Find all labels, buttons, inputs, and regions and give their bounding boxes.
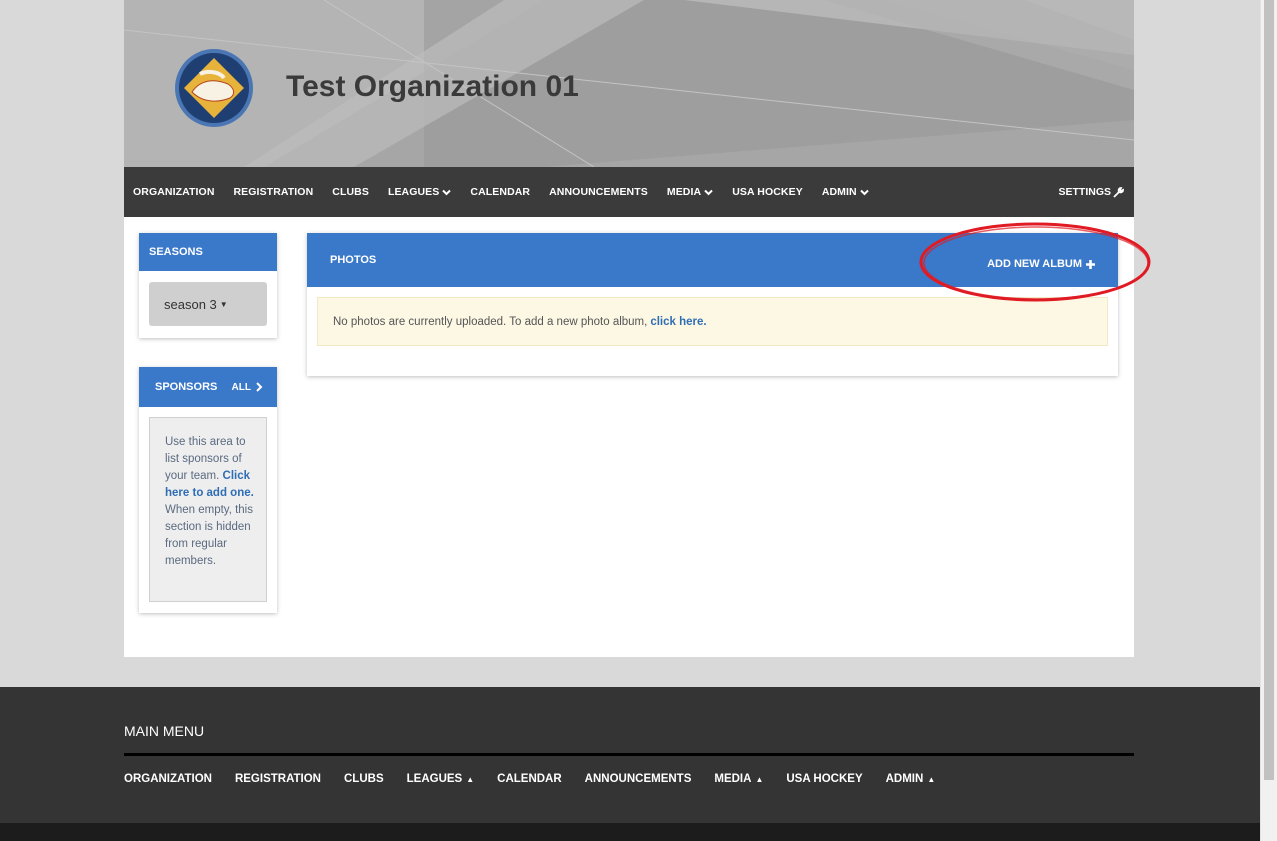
no-photos-notice: No photos are currently uploaded. To add… — [317, 297, 1108, 346]
footer-label: USA HOCKEY — [786, 773, 863, 785]
wrench-icon — [1113, 186, 1124, 198]
footer-item-admin[interactable]: ADMIN ▲ — [886, 773, 936, 785]
footer-label: REGISTRATION — [234, 773, 321, 785]
sponsors-title: SPONSORS — [155, 381, 218, 393]
chevron-down-icon — [860, 189, 869, 195]
footer-item-organization[interactable]: ORGANIZATION — [124, 773, 212, 785]
photos-title: PHOTOS — [330, 254, 377, 266]
sponsors-header: SPONSORS ALL — [139, 367, 277, 407]
nav-item-media[interactable]: MEDIA — [667, 186, 713, 198]
footer-label: LEAGUES — [406, 773, 463, 785]
nav-label: REGISTRATION — [233, 186, 314, 198]
nav-label: LEAGUES — [387, 186, 440, 198]
nav-label: CLUBS — [332, 186, 369, 198]
seasons-title: SEASONS — [139, 233, 277, 271]
footer-item-usa-hockey[interactable]: USA HOCKEY — [786, 773, 862, 785]
sponsors-widget: SPONSORS ALL Use this area to list spons… — [139, 367, 277, 613]
season-dropdown[interactable]: season 3 ▼ — [149, 282, 267, 326]
nav-item-clubs[interactable]: CLUBS — [332, 186, 369, 198]
nav-item-announcements[interactable]: ANNOUNCEMENTS — [549, 186, 648, 198]
footer-menu: ORGANIZATION REGISTRATION CLUBS LEAGUES ▲… — [124, 773, 958, 785]
footer-label: ADMIN — [885, 773, 924, 785]
sponsors-all-link[interactable]: ALL — [232, 382, 263, 393]
nav-label: ADMIN — [821, 186, 857, 198]
nav-item-usa-hockey[interactable]: USA HOCKEY — [732, 186, 803, 198]
nav-item-organization[interactable]: ORGANIZATION — [133, 186, 215, 198]
nav-item-registration[interactable]: REGISTRATION — [234, 186, 314, 198]
footer-main-menu-heading: MAIN MENU — [124, 723, 205, 739]
caret-up-icon: ▲ — [755, 774, 764, 784]
nav-label: CALENDAR — [470, 186, 531, 198]
chevron-right-icon — [256, 382, 263, 392]
nav-label: ORGANIZATION — [133, 186, 215, 198]
caret-up-icon: ▲ — [466, 774, 475, 784]
footer-item-clubs[interactable]: CLUBS — [344, 773, 384, 785]
red-annotation-ellipse — [919, 222, 1151, 302]
nav-item-calendar[interactable]: CALENDAR — [470, 186, 530, 198]
top-navigation: ORGANIZATION REGISTRATION CLUBS LEAGUES … — [124, 167, 1134, 217]
footer-bottom-strip — [0, 823, 1260, 841]
sponsors-all-label: ALL — [231, 381, 251, 393]
footer-label: CLUBS — [344, 773, 384, 785]
sponsors-placeholder: Use this area to list sponsors of your t… — [149, 417, 267, 602]
page-scrollbar[interactable] — [1260, 0, 1277, 841]
settings-label: SETTINGS — [1058, 186, 1111, 198]
nav-item-admin[interactable]: ADMIN — [822, 186, 869, 198]
footer-label: ORGANIZATION — [124, 773, 212, 785]
footer-item-registration[interactable]: REGISTRATION — [235, 773, 321, 785]
footer-item-announcements[interactable]: ANNOUNCEMENTS — [585, 773, 692, 785]
nav-item-leagues[interactable]: LEAGUES — [387, 186, 452, 198]
notice-text: No photos are currently uploaded. To add… — [333, 315, 648, 328]
footer-label: ANNOUNCEMENTS — [584, 773, 692, 785]
footer: MAIN MENU ORGANIZATION REGISTRATION CLUB… — [0, 687, 1260, 841]
chevron-down-icon — [704, 189, 713, 195]
page-container: Test Organization 01 ORGANIZATION REGIST… — [124, 0, 1134, 657]
footer-item-leagues[interactable]: LEAGUES ▲ — [407, 773, 475, 785]
season-selected-label: season 3 — [164, 296, 217, 312]
nav-label: USA HOCKEY — [732, 186, 803, 198]
add-album-link[interactable]: click here. — [650, 316, 706, 328]
chevron-down-icon — [442, 189, 452, 195]
caret-down-icon: ▼ — [219, 299, 228, 309]
banner-background — [124, 0, 1134, 167]
nav-label: ANNOUNCEMENTS — [549, 186, 648, 198]
footer-divider — [124, 753, 1134, 756]
settings-link[interactable]: SETTINGS — [1058, 186, 1124, 198]
organization-title: Test Organization 01 — [286, 70, 579, 103]
header-banner: Test Organization 01 — [124, 0, 1134, 167]
organization-logo[interactable] — [174, 48, 254, 128]
scrollbar-thumb[interactable] — [1264, 0, 1274, 780]
caret-up-icon: ▲ — [927, 774, 936, 784]
footer-label: MEDIA — [714, 773, 752, 785]
sponsors-text-after: When empty, this section is hidden from … — [165, 504, 253, 567]
footer-item-media[interactable]: MEDIA ▲ — [714, 773, 763, 785]
footer-item-calendar[interactable]: CALENDAR — [497, 773, 562, 785]
footer-label: CALENDAR — [497, 773, 562, 785]
seasons-widget: SEASONS season 3 ▼ — [139, 233, 277, 338]
nav-label: MEDIA — [666, 186, 702, 198]
